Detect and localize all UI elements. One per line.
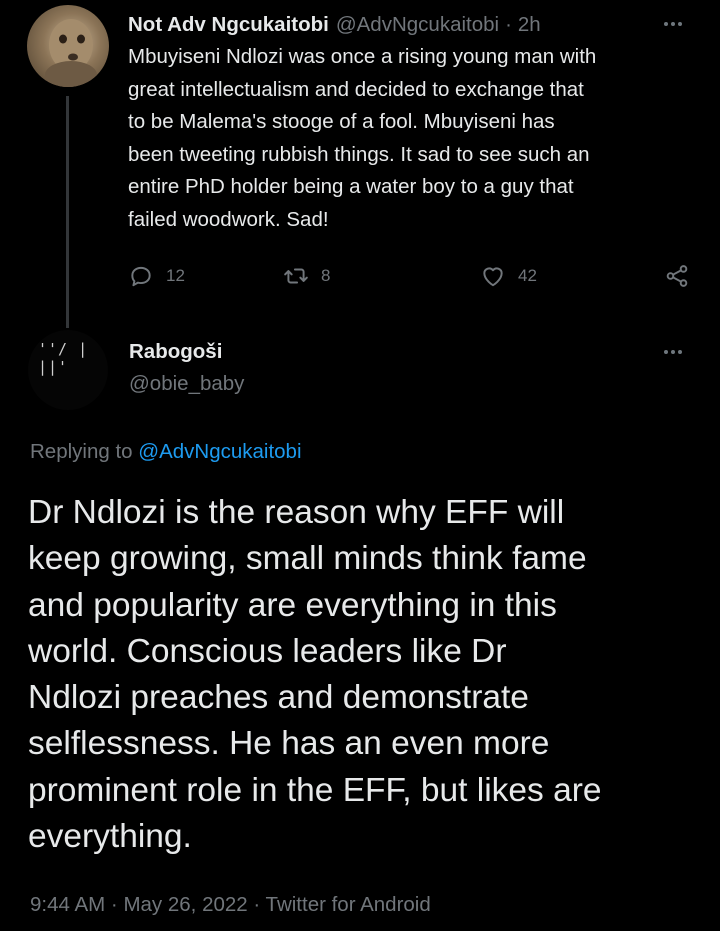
author-avatar[interactable] [27, 5, 109, 87]
more-dot-icon [664, 22, 668, 26]
tweet-thread-screen: Not Adv Ngcukaitobi @AdvNgcukaitobi · 2h… [0, 0, 720, 931]
tweet-text-line: failed woodwork. Sad! [128, 207, 329, 231]
more-dot-icon [671, 350, 675, 354]
reply-bubble-icon [131, 266, 151, 287]
main-handle[interactable]: @obie_baby [129, 372, 244, 396]
avatar-graphic: ''/ | ||' [38, 340, 89, 376]
tweet-date[interactable]: May 26, 2022 [123, 893, 247, 916]
more-dot-icon [678, 350, 682, 354]
tweet-text-line: been tweeting rubbish things. It sad to … [128, 142, 590, 166]
tweet-text-line: and popularity are everything in this [28, 586, 557, 624]
main-display-name[interactable]: Rabogoši [129, 340, 222, 364]
retweet-count: 8 [321, 266, 331, 285]
reply-button[interactable]: 12 [128, 258, 185, 294]
parent-tweet-text: Mbuyiseni Ndlozi was once a rising young… [128, 41, 688, 236]
main-tweet-text: Dr Ndlozi is the reason why EFF will kee… [28, 490, 698, 860]
reply-count: 12 [166, 266, 185, 285]
tweet-text-line: selflessness. He has an even more [28, 725, 550, 763]
replying-to-label: Replying to [30, 440, 133, 463]
tweet-text-line: Dr Ndlozi is the reason why EFF will [28, 494, 565, 531]
tweet-text-line: Mbuyiseni Ndlozi was once a rising young… [128, 45, 597, 68]
parent-timestamp[interactable]: 2h [518, 13, 541, 37]
parent-handle[interactable]: @AdvNgcukaitobi [336, 13, 499, 37]
parent-display-name[interactable]: Not Adv Ngcukaitobi [128, 13, 329, 37]
meta-separator: · [110, 893, 118, 916]
like-count: 42 [518, 266, 537, 285]
header-separator: · [505, 13, 512, 36]
replying-to-line: Replying to @AdvNgcukaitobi [30, 440, 302, 464]
main-author-avatar[interactable]: ''/ | ||' [28, 330, 108, 410]
like-button[interactable]: 42 [480, 258, 537, 294]
retweet-icon [284, 268, 308, 284]
tweet-text-line: to be Malema's stooge of a fool. Mbuyise… [128, 110, 555, 133]
tweet-text-line: great intellectualism and decided to exc… [128, 77, 584, 101]
tweet-text-line: entire PhD holder being a water boy to a… [128, 175, 574, 198]
parent-tweet-header: Not Adv Ngcukaitobi @AdvNgcukaitobi · 2h [128, 10, 696, 40]
tweet-text-line: keep growing, small minds think fame [28, 540, 587, 578]
meerkat-photo-icon [45, 19, 97, 87]
tweet-text-line: prominent role in the EFF, but likes are [28, 771, 602, 809]
thread-connector-line [66, 96, 69, 328]
share-button[interactable] [664, 258, 690, 294]
more-dot-icon [678, 22, 682, 26]
meta-separator: · [253, 893, 261, 916]
tweet-text-line: everything. [28, 818, 192, 856]
share-icon [666, 265, 688, 287]
more-dot-icon [664, 350, 668, 354]
parent-more-options-button[interactable] [664, 22, 682, 26]
replying-to-mention-link[interactable]: @AdvNgcukaitobi [138, 440, 301, 463]
tweet-time[interactable]: 9:44 AM [30, 893, 105, 916]
tweet-text-line: Ndlozi preaches and demonstrate [28, 679, 529, 717]
tweet-text-line: world. Conscious leaders like Dr [28, 632, 507, 670]
main-more-options-button[interactable] [664, 350, 682, 354]
tweet-metadata: 9:44 AM · May 26, 2022 · Twitter for And… [30, 893, 431, 917]
tweet-source[interactable]: Twitter for Android [266, 893, 431, 916]
heart-icon [483, 267, 503, 287]
parent-action-bar: 12 8 42 [128, 258, 694, 294]
more-dot-icon [671, 22, 675, 26]
retweet-button[interactable]: 8 [283, 258, 330, 294]
